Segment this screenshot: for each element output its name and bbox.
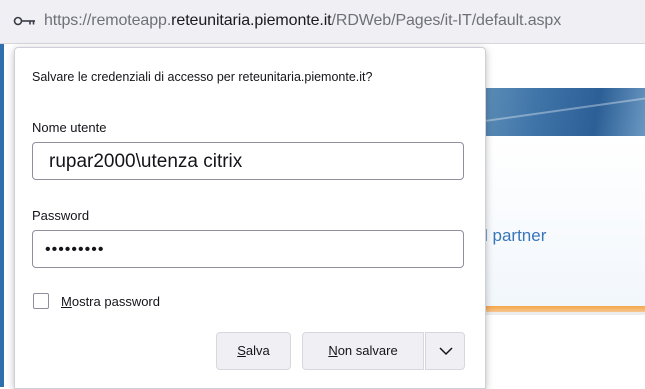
dont-save-button[interactable]: Non salvare	[302, 332, 424, 370]
show-password-checkbox[interactable]	[33, 293, 49, 309]
partner-text: l partner	[484, 226, 547, 245]
page-left-border	[0, 44, 4, 387]
show-password-label-rest: ostra password	[71, 294, 160, 309]
dialog-title: Salvare le credenziali di accesso per re…	[32, 70, 373, 84]
show-password-label[interactable]: Mostra password	[61, 294, 160, 309]
username-input[interactable]	[47, 148, 451, 176]
url-path: /RDWeb/Pages/it-IT/default.aspx	[331, 12, 562, 29]
chevron-down-icon	[439, 347, 453, 356]
url-text[interactable]: https://remoteapp.reteunitaria.piemonte.…	[44, 12, 561, 30]
url-prefix: https://remoteapp.	[44, 12, 172, 29]
dont-save-label-rest: on salvare	[337, 343, 398, 358]
banner-streak	[480, 94, 645, 124]
save-button[interactable]: Salva	[216, 332, 291, 370]
password-label: Password	[32, 208, 90, 223]
key-icon[interactable]	[13, 14, 37, 28]
show-password-mnemonic: M	[61, 294, 72, 309]
save-credentials-dialog: Salvare le credenziali di accesso per re…	[14, 47, 486, 389]
username-label: Nome utente	[32, 120, 107, 135]
save-mnemonic: S	[237, 343, 246, 358]
more-options-button[interactable]	[425, 332, 465, 370]
password-input[interactable]	[43, 236, 447, 264]
page-panel	[480, 136, 645, 306]
page-underbar	[480, 312, 645, 315]
save-label-rest: alva	[245, 343, 270, 358]
page-banner	[480, 88, 645, 136]
address-bar[interactable]: https://remoteapp.reteunitaria.piemonte.…	[0, 0, 645, 44]
username-field[interactable]	[32, 142, 464, 180]
url-host: reteunitaria.piemonte.it	[171, 12, 332, 29]
dont-save-mnemonic: N	[328, 343, 338, 358]
password-field[interactable]	[32, 230, 464, 268]
